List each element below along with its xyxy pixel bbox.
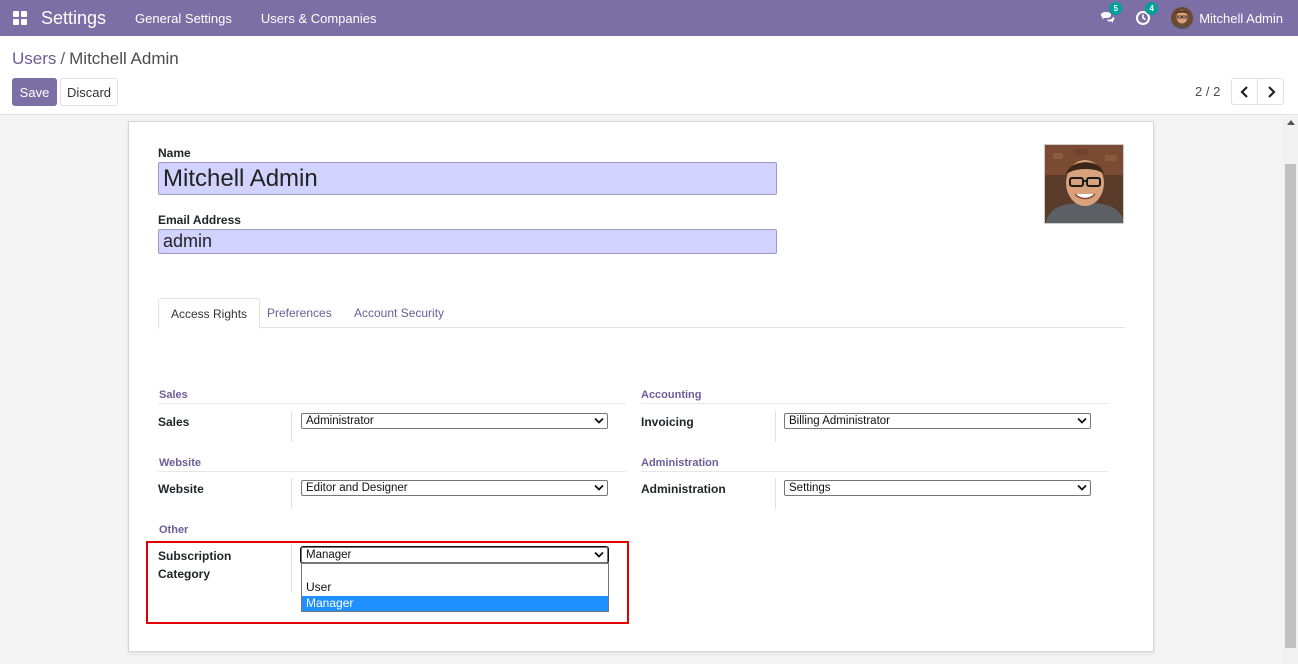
chevron-down-icon [594, 417, 604, 424]
field-separator [775, 411, 776, 442]
website-select-value: Editor and Designer [306, 482, 408, 494]
chevron-left-icon [1239, 85, 1248, 98]
group-title-accounting: Accounting [641, 389, 702, 401]
form-sheet: Name Mitchell Admin Email Address admin … [128, 121, 1154, 652]
website-field-label: Website [158, 482, 204, 496]
sales-select[interactable]: Administrator [301, 413, 608, 429]
administration-field-label: Administration [641, 482, 726, 496]
vertical-scrollbar[interactable] [1283, 116, 1298, 664]
tab-account-security[interactable]: Account Security [342, 298, 456, 328]
group-title-sales: Sales [159, 389, 188, 401]
group-title-website: Website [159, 457, 201, 469]
administration-select-value: Settings [789, 482, 831, 494]
group-divider [158, 403, 626, 404]
menu-general-settings[interactable]: General Settings [135, 11, 232, 26]
user-avatar[interactable] [1171, 7, 1194, 29]
top-navbar: Settings General Settings Users & Compan… [0, 0, 1298, 36]
messages-button[interactable]: 5 [1099, 2, 1123, 26]
pager-next-button[interactable] [1257, 78, 1284, 105]
sales-field-label: Sales [158, 415, 190, 429]
chevron-down-icon [594, 484, 604, 491]
email-input[interactable]: admin [158, 229, 777, 254]
highlight-annotation-box [146, 541, 629, 624]
user-photo[interactable] [1044, 144, 1124, 224]
discard-button[interactable]: Discard [60, 78, 118, 106]
breadcrumb-separator: / [60, 49, 66, 68]
invoicing-field-label: Invoicing [641, 415, 694, 429]
tab-access-rights[interactable]: Access Rights [158, 298, 261, 329]
group-title-administration: Administration [641, 457, 719, 469]
name-input[interactable]: Mitchell Admin [158, 162, 777, 195]
chevron-down-icon [1077, 484, 1087, 491]
breadcrumb: Users / Mitchell Admin [12, 49, 179, 69]
website-select[interactable]: Editor and Designer [301, 480, 608, 496]
breadcrumb-current: Mitchell Admin [69, 49, 179, 68]
scroll-thumb[interactable] [1285, 164, 1296, 648]
breadcrumb-users-link[interactable]: Users [12, 49, 56, 68]
chevron-right-icon [1267, 85, 1276, 98]
activities-button[interactable]: 4 [1135, 2, 1159, 26]
save-button[interactable]: Save [12, 78, 57, 106]
field-separator [775, 478, 776, 509]
field-separator [291, 478, 292, 509]
name-label: Name [158, 146, 191, 160]
user-menu-name[interactable]: Mitchell Admin [1199, 11, 1283, 26]
group-divider [641, 403, 1108, 404]
invoicing-select-value: Billing Administrator [789, 415, 890, 427]
activities-badge: 4 [1145, 2, 1159, 15]
pager-previous-button[interactable] [1231, 78, 1258, 105]
pager-value[interactable]: 2 / 2 [1195, 84, 1220, 99]
app-title[interactable]: Settings [41, 8, 106, 29]
menu-users-companies[interactable]: Users & Companies [261, 11, 377, 26]
sales-select-value: Administrator [306, 415, 374, 427]
form-tabs: Access Rights Preferences Account Securi… [158, 298, 1125, 329]
group-divider [641, 471, 1108, 472]
scroll-up-arrow-icon[interactable] [1287, 120, 1295, 125]
tab-preferences[interactable]: Preferences [255, 298, 344, 328]
email-label: Email Address [158, 213, 241, 227]
group-title-other: Other [159, 524, 189, 536]
chevron-down-icon [1077, 417, 1087, 424]
administration-select[interactable]: Settings [784, 480, 1091, 496]
group-divider [158, 471, 626, 472]
apps-grid-icon[interactable] [13, 11, 27, 25]
invoicing-select[interactable]: Billing Administrator [784, 413, 1091, 429]
messages-badge: 5 [1109, 2, 1123, 15]
control-panel: Users / Mitchell Admin Save Discard 2 / 2 [0, 36, 1298, 115]
field-separator [291, 411, 292, 442]
